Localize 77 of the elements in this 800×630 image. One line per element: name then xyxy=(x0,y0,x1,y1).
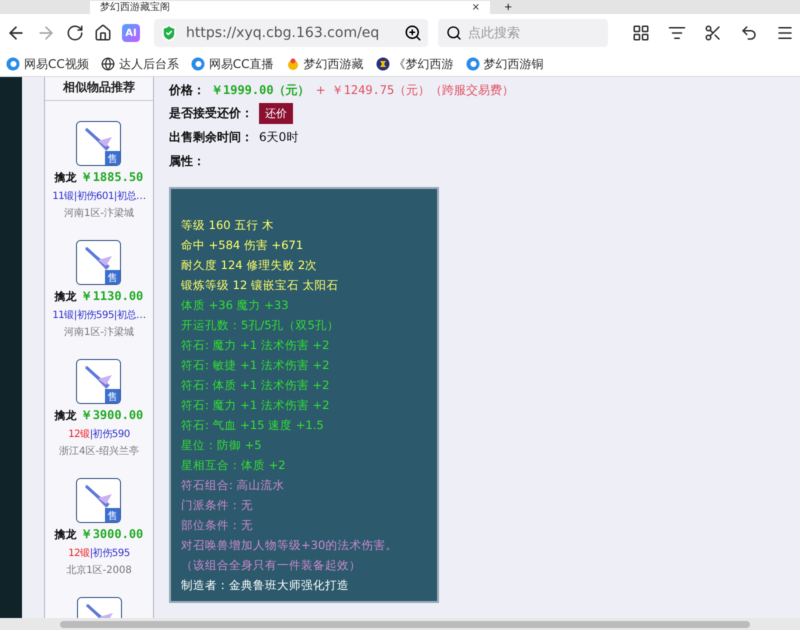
cc-logo-icon xyxy=(6,57,20,71)
plus-sign: + xyxy=(316,83,326,97)
attribute-line: 符石: 魔力 +1 法术伤害 +2 xyxy=(181,397,330,414)
home-icon[interactable] xyxy=(94,24,112,42)
reload-icon[interactable] xyxy=(66,24,84,42)
scissors-icon[interactable] xyxy=(704,24,722,42)
globe-icon xyxy=(100,57,115,71)
item-name[interactable]: 擒龙 xyxy=(54,170,77,185)
attribute-line: 开运孔数：5孔/5孔（双5孔） xyxy=(181,317,340,334)
time-label: 出售剩余时间： xyxy=(169,128,253,146)
attribute-line: 符石: 体质 +1 法术伤害 +2 xyxy=(181,377,330,394)
server-name: 河南1区-汴梁城 xyxy=(64,326,134,339)
time-value: 6天0时 xyxy=(259,128,298,146)
attribute-line: 符石: 魔力 +1 法术伤害 +2 xyxy=(181,337,330,354)
attribute-line: 对召唤兽增加人物等级+30的法术伤害。 xyxy=(181,537,398,554)
item-stats: 12锻|初伤595 xyxy=(68,546,130,560)
item-name[interactable]: 擒龙 xyxy=(54,289,77,304)
attribute-line: 符石: 敏捷 +1 法术伤害 +2 xyxy=(181,357,330,374)
item-price: ￥3900.00 xyxy=(80,407,144,424)
cc-logo-icon xyxy=(190,57,205,71)
grid-icon[interactable] xyxy=(632,24,650,42)
item-name[interactable]: 擒龙 xyxy=(54,527,77,542)
item-price: ￥3000.00 xyxy=(80,526,144,543)
bookmark-link[interactable]: 达人后台系 xyxy=(118,56,179,72)
item-name[interactable]: 擒龙 xyxy=(54,408,77,423)
cc-logo-icon xyxy=(466,57,480,71)
zoom-icon[interactable] xyxy=(404,24,422,42)
chick-icon xyxy=(286,57,300,71)
attribute-line: 部位条件：无 xyxy=(181,517,254,534)
filter-list-icon[interactable] xyxy=(668,24,686,42)
price-label: 价格： xyxy=(169,82,205,98)
attributes-label: 属性： xyxy=(169,152,205,170)
attribute-line: 门派条件：无 xyxy=(181,497,254,514)
close-tab-icon[interactable]: × xyxy=(472,2,480,14)
new-tab-button[interactable]: + xyxy=(504,2,512,14)
browser-tab[interactable]: 梦幻西游藏宝阁 × xyxy=(90,1,490,14)
server-name: 浙江4区-绍兴兰亭 xyxy=(59,444,139,458)
attribute-line: 制造者：金典鲁班大师强化打造 xyxy=(181,577,350,594)
sword-item-icon: 售 xyxy=(76,121,122,166)
item-price: ￥1885.50 xyxy=(80,169,144,186)
scrollbar-thumb[interactable] xyxy=(60,620,750,628)
address-bar[interactable]: https://xyq.cbg.163.com/eq xyxy=(154,19,428,47)
bookmark-link[interactable]: 《梦幻西游 xyxy=(394,56,454,72)
bookmark-link[interactable]: 梦幻西游铜 xyxy=(484,56,544,72)
search-field[interactable]: 点此搜索 xyxy=(438,19,608,47)
bookmark-link[interactable]: 网易CC视频 xyxy=(24,56,89,72)
item-stats: 11锻|初伤595|初总… xyxy=(52,308,146,322)
bargain-button[interactable]: 还价 xyxy=(259,102,293,124)
attribute-line: 命中 +584 伤害 +671 xyxy=(181,237,304,254)
attribute-line: 符石: 气血 +15 速度 +1.5 xyxy=(181,417,325,434)
attribute-line: 星相互合：体质 +2 xyxy=(181,457,287,474)
attribute-line: 等级 160 五行 木 xyxy=(181,217,275,234)
sword-item-icon: 售 xyxy=(76,359,122,404)
item-price: ￥1130.00 xyxy=(80,288,144,305)
sword-item-icon: 售 xyxy=(76,240,122,285)
attribute-line: 体质 +36 魔力 +33 xyxy=(181,297,290,314)
shield-icon xyxy=(160,24,178,42)
item-stats: 11锻|初伤601|初总… xyxy=(52,190,146,203)
item-stats: 12锻|初伤590 xyxy=(68,428,130,441)
attribute-line: （该组合全身只有一件装备起效） xyxy=(181,557,362,574)
bargain-label: 是否接受还价： xyxy=(169,104,253,122)
attribute-line: 耐久度 124 修理失败 2次 xyxy=(181,257,318,274)
fee-value: ￥1249.75（元）（跨服交易费） xyxy=(332,82,514,98)
shield-badge-icon xyxy=(376,57,390,71)
server-name: 河南1区-汴梁城 xyxy=(64,206,134,220)
undo-icon[interactable] xyxy=(740,24,758,42)
attribute-line: 星位：防御 +5 xyxy=(181,437,263,454)
attribute-line: 锻炼等级 12 镶嵌宝石 太阳石 xyxy=(181,277,340,294)
bookmark-link[interactable]: 梦幻西游藏 xyxy=(304,56,364,72)
price-value: ￥1999.00（元） xyxy=(211,82,310,98)
menu-icon[interactable] xyxy=(776,24,794,42)
server-name: 北京1区-2008 xyxy=(66,564,132,577)
search-icon xyxy=(446,25,462,41)
bookmark-link[interactable]: 网易CC直播 xyxy=(208,56,274,72)
panel-title: 相似物品推荐 xyxy=(45,77,153,101)
attribute-line: 符石组合: 高山流水 xyxy=(181,477,286,494)
sword-item-icon: 售 xyxy=(76,478,122,523)
